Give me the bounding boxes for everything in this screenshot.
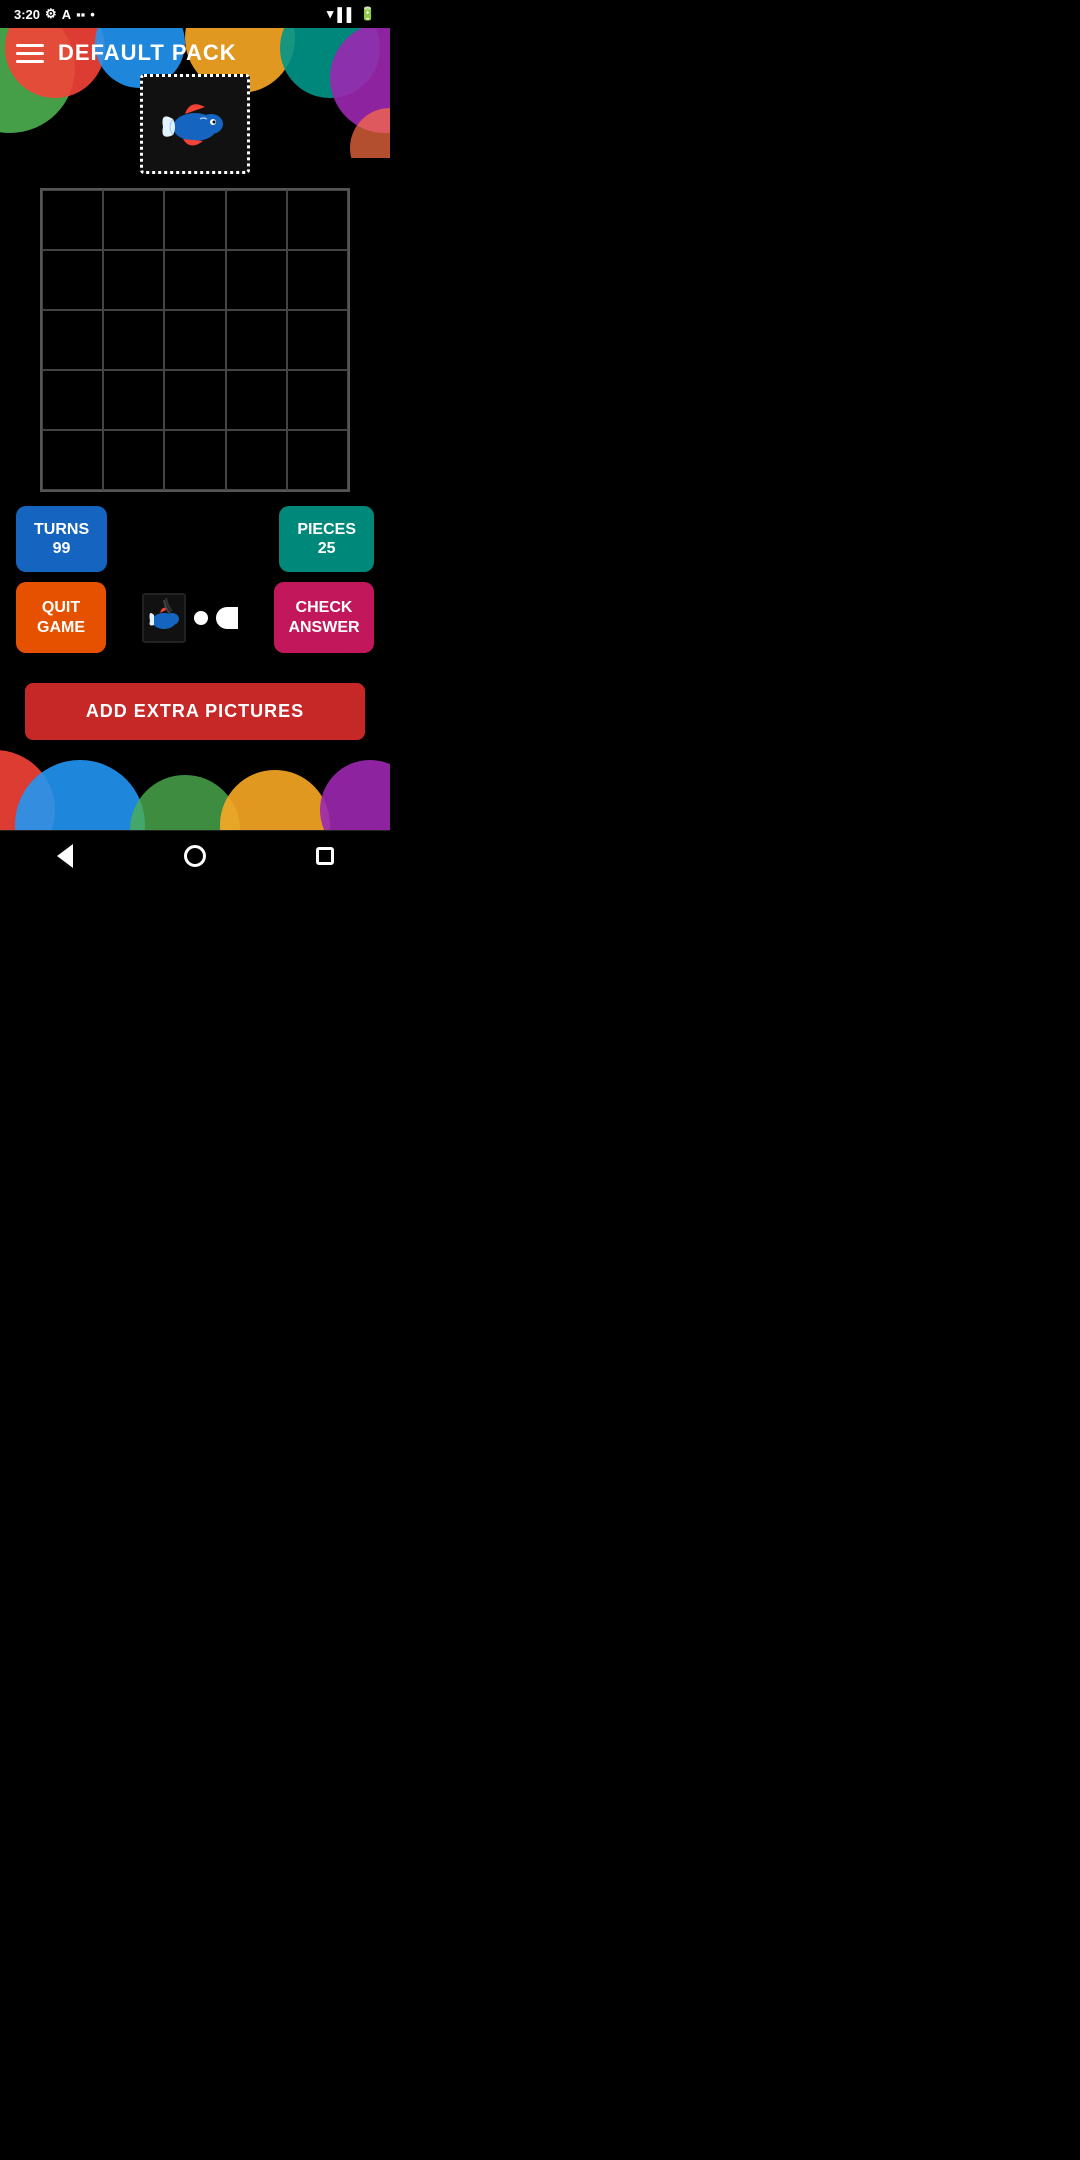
grid-cell[interactable] [287,310,348,370]
recents-button[interactable] [310,841,340,871]
grid-cell[interactable] [103,370,164,430]
signal-icon: ▌▌ [337,7,355,22]
preview-thumbnail [142,593,186,643]
menu-line-2 [16,52,44,55]
app-title: DEFAULT PACK [58,40,237,66]
grid-cell[interactable] [164,370,225,430]
grid-cell[interactable] [164,190,225,250]
grid-cell[interactable] [287,430,348,490]
app-header: DEFAULT PACK [0,28,390,66]
grid-cell[interactable] [287,370,348,430]
quit-game-button[interactable]: QUIT GAME [16,582,106,652]
quit-line1: QUIT [42,599,80,616]
menu-button[interactable] [16,44,44,63]
navigation-bar [0,830,390,881]
grid-cell[interactable] [42,310,103,370]
pieces-label: PIECES [297,520,356,539]
action-row: QUIT GAME CHECK ANSWER [0,572,390,662]
grid-cell[interactable] [287,190,348,250]
puzzle-image [140,74,250,174]
grid-cell[interactable] [42,190,103,250]
turns-badge: TURNS 99 [16,506,107,572]
recents-icon [316,847,334,865]
menu-line-3 [16,60,44,63]
turns-value: 99 [34,539,89,558]
status-bar: 3:20 ⚙ A ▪▪ • ▾ ▌▌ 🔋 [0,0,390,28]
dot-icon: • [90,7,95,22]
menu-line-1 [16,44,44,47]
grid-cell[interactable] [226,250,287,310]
puzzle-image-container [0,74,390,174]
grid-cell[interactable] [103,250,164,310]
puzzle-grid [40,188,350,492]
battery-icon: 🔋 [360,6,376,22]
add-extra-pictures-button[interactable]: ADD EXTRA PICTURES [25,683,365,740]
grid-cell[interactable] [287,250,348,310]
grid-cell[interactable] [226,310,287,370]
check-answer-button[interactable]: CHECK ANSWER [274,582,374,652]
bottom-decorative-circles [0,750,390,830]
grid-cell[interactable] [164,430,225,490]
grid-cell[interactable] [226,430,287,490]
status-time: 3:20 [14,7,40,22]
accessibility-icon: A [62,7,71,22]
grid-cell[interactable] [226,190,287,250]
puzzle-grid-container [40,188,350,492]
wifi-icon: ▾ [327,6,334,22]
grid-cell[interactable] [164,250,225,310]
grid-cell[interactable] [103,430,164,490]
back-icon [57,844,73,868]
add-pictures-section: ADD EXTRA PICTURES [0,663,390,750]
grid-cell[interactable] [226,370,287,430]
preview-fish-svg [144,595,184,641]
check-line1: CHECK [296,599,353,616]
grid-cell[interactable] [42,430,103,490]
home-icon [184,845,206,867]
quit-line2: GAME [37,619,85,636]
home-button[interactable] [180,841,210,871]
grid-cell[interactable] [42,370,103,430]
sim-icon: ▪▪ [76,7,85,22]
back-button[interactable] [50,841,80,871]
settings-icon: ⚙ [45,6,57,22]
puzzle-preview [142,593,238,643]
dot-indicator [194,611,208,625]
grid-cell[interactable] [103,310,164,370]
grid-cell[interactable] [42,250,103,310]
grid-cell[interactable] [164,310,225,370]
pieces-value: 25 [297,539,356,558]
grid-cell[interactable] [103,190,164,250]
pieces-badge: PIECES 25 [279,506,374,572]
check-line2: ANSWER [288,619,359,636]
half-circle-indicator [216,607,238,629]
stats-row: TURNS 99 PIECES 25 [0,506,390,572]
dotted-border [140,74,250,174]
turns-label: TURNS [34,520,89,539]
